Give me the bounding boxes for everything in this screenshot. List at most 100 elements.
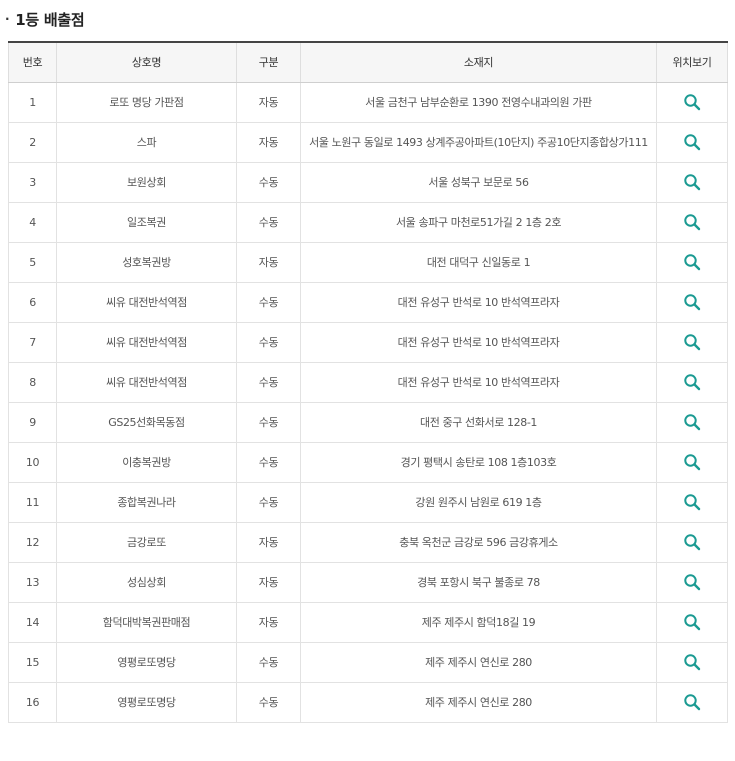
cell-address: 충북 옥천군 금강로 596 금강휴게소 — [300, 521, 657, 563]
search-icon[interactable] — [683, 413, 701, 431]
cell-name: 이충복권방 — [56, 441, 237, 483]
table-body: 1 로또 명당 가판점 자동 서울 금천구 남부순환로 1390 전영수내과의원… — [8, 81, 728, 723]
cell-name: 금강로또 — [56, 521, 237, 563]
cell-location — [656, 401, 728, 443]
search-icon[interactable] — [683, 493, 701, 511]
table-row: 13 성심상회 자동 경북 포항시 북구 불종로 78 — [8, 561, 728, 603]
cell-location — [656, 121, 728, 163]
cell-name: 성심상회 — [56, 561, 237, 603]
cell-address: 대전 유성구 반석로 10 반석역프라자 — [300, 361, 657, 403]
header-location: 위치보기 — [656, 41, 728, 83]
header-no: 번호 — [8, 41, 57, 83]
cell-address: 서울 금천구 남부순환로 1390 전영수내과의원 가판 — [300, 81, 657, 123]
table-row: 4 일조복권 수동 서울 송파구 마천로51가길 2 1층 2호 — [8, 201, 728, 243]
search-icon[interactable] — [683, 93, 701, 111]
cell-type: 수동 — [236, 361, 301, 403]
table-row: 3 보원상회 수동 서울 성북구 보문로 56 — [8, 161, 728, 203]
cell-location — [656, 601, 728, 643]
cell-no: 12 — [8, 521, 57, 563]
cell-no: 8 — [8, 361, 57, 403]
cell-address: 서울 송파구 마천로51가길 2 1층 2호 — [300, 201, 657, 243]
cell-address: 강원 원주시 남원로 619 1층 — [300, 481, 657, 523]
cell-type: 수동 — [236, 441, 301, 483]
cell-location — [656, 681, 728, 723]
table-row: 16 영평로또명당 수동 제주 제주시 연신로 280 — [8, 681, 728, 723]
section-title-text: 1등 배출점 — [15, 10, 85, 29]
table-row: 7 씨유 대전반석역점 수동 대전 유성구 반석로 10 반석역프라자 — [8, 321, 728, 363]
cell-no: 10 — [8, 441, 57, 483]
cell-type: 자동 — [236, 241, 301, 283]
search-icon[interactable] — [683, 373, 701, 391]
search-icon[interactable] — [683, 253, 701, 271]
cell-location — [656, 561, 728, 603]
cell-name: 씨유 대전반석역점 — [56, 281, 237, 323]
title-bullet: · — [5, 12, 10, 26]
cell-type: 자동 — [236, 521, 301, 563]
cell-address: 대전 유성구 반석로 10 반석역프라자 — [300, 281, 657, 323]
search-icon[interactable] — [683, 133, 701, 151]
cell-type: 수동 — [236, 681, 301, 723]
cell-type: 자동 — [236, 81, 301, 123]
header-address: 소재지 — [300, 41, 657, 83]
cell-no: 1 — [8, 81, 57, 123]
winning-stores-table: 번호 상호명 구분 소재지 위치보기 1 로또 명당 가판점 자동 서울 금천구… — [8, 41, 728, 723]
cell-no: 3 — [8, 161, 57, 203]
cell-location — [656, 481, 728, 523]
cell-type: 자동 — [236, 121, 301, 163]
cell-location — [656, 281, 728, 323]
cell-name: 씨유 대전반석역점 — [56, 361, 237, 403]
table-row: 1 로또 명당 가판점 자동 서울 금천구 남부순환로 1390 전영수내과의원… — [8, 81, 728, 123]
cell-no: 16 — [8, 681, 57, 723]
winning-stores-table-wrapper: 번호 상호명 구분 소재지 위치보기 1 로또 명당 가판점 자동 서울 금천구… — [8, 41, 728, 723]
cell-name: 성호복권방 — [56, 241, 237, 283]
cell-name: 씨유 대전반석역점 — [56, 321, 237, 363]
cell-address: 대전 대덕구 신일동로 1 — [300, 241, 657, 283]
cell-name: 함덕대박복권판매점 — [56, 601, 237, 643]
cell-type: 수동 — [236, 161, 301, 203]
search-icon[interactable] — [683, 333, 701, 351]
table-row: 10 이충복권방 수동 경기 평택시 송탄로 108 1층103호 — [8, 441, 728, 483]
header-name: 상호명 — [56, 41, 237, 83]
section-title: · 1등 배출점 — [5, 8, 85, 30]
table-row: 8 씨유 대전반석역점 수동 대전 유성구 반석로 10 반석역프라자 — [8, 361, 728, 403]
search-icon[interactable] — [683, 613, 701, 631]
cell-location — [656, 201, 728, 243]
cell-no: 9 — [8, 401, 57, 443]
cell-address: 서울 성북구 보문로 56 — [300, 161, 657, 203]
table-header-row: 번호 상호명 구분 소재지 위치보기 — [8, 41, 728, 83]
cell-address: 서울 노원구 동일로 1493 상계주공아파트(10단지) 주공10단지종합상가… — [300, 121, 657, 163]
cell-name: 로또 명당 가판점 — [56, 81, 237, 123]
cell-name: 일조복권 — [56, 201, 237, 243]
cell-name: 스파 — [56, 121, 237, 163]
search-icon[interactable] — [683, 573, 701, 591]
cell-location — [656, 161, 728, 203]
search-icon[interactable] — [683, 533, 701, 551]
search-icon[interactable] — [683, 453, 701, 471]
cell-name: GS25선화목동점 — [56, 401, 237, 443]
table-row: 11 종합복권나라 수동 강원 원주시 남원로 619 1층 — [8, 481, 728, 523]
cell-name: 종합복권나라 — [56, 481, 237, 523]
search-icon[interactable] — [683, 693, 701, 711]
cell-no: 14 — [8, 601, 57, 643]
search-icon[interactable] — [683, 293, 701, 311]
cell-address: 제주 제주시 함덕18길 19 — [300, 601, 657, 643]
cell-address: 대전 중구 선화서로 128-1 — [300, 401, 657, 443]
cell-address: 제주 제주시 연신로 280 — [300, 641, 657, 683]
cell-address: 대전 유성구 반석로 10 반석역프라자 — [300, 321, 657, 363]
cell-no: 4 — [8, 201, 57, 243]
cell-no: 11 — [8, 481, 57, 523]
table-row: 12 금강로또 자동 충북 옥천군 금강로 596 금강휴게소 — [8, 521, 728, 563]
search-icon[interactable] — [683, 173, 701, 191]
cell-name: 보원상회 — [56, 161, 237, 203]
table-row: 9 GS25선화목동점 수동 대전 중구 선화서로 128-1 — [8, 401, 728, 443]
cell-location — [656, 241, 728, 283]
cell-address: 경기 평택시 송탄로 108 1층103호 — [300, 441, 657, 483]
table-row: 15 영평로또명당 수동 제주 제주시 연신로 280 — [8, 641, 728, 683]
table-row: 14 함덕대박복권판매점 자동 제주 제주시 함덕18길 19 — [8, 601, 728, 643]
table-row: 6 씨유 대전반석역점 수동 대전 유성구 반석로 10 반석역프라자 — [8, 281, 728, 323]
cell-location — [656, 441, 728, 483]
search-icon[interactable] — [683, 653, 701, 671]
cell-type: 수동 — [236, 641, 301, 683]
cell-type: 수동 — [236, 321, 301, 363]
search-icon[interactable] — [683, 213, 701, 231]
